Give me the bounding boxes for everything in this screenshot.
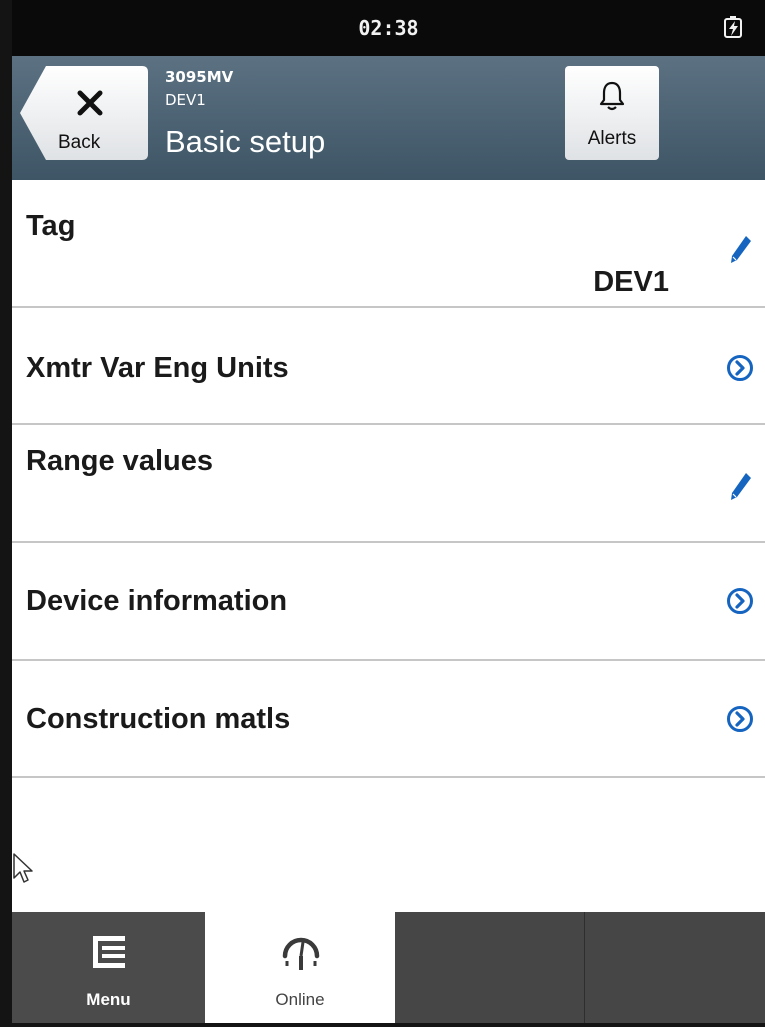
tag-value: DEV1 (593, 266, 669, 298)
list-item-range-values[interactable]: Range values (12, 425, 765, 543)
back-label: Back (58, 132, 101, 153)
battery-charging-icon (724, 16, 742, 38)
list-item-label: Device information (26, 585, 288, 617)
list-item-tag[interactable]: Tag DEV1 (12, 180, 765, 308)
gauge-online-icon (282, 937, 320, 970)
chevron-right-circle-icon[interactable] (726, 587, 754, 615)
list-item-label: Xmtr Var Eng Units (26, 352, 289, 384)
list-item-xmtr-var-eng-units[interactable]: Xmtr Var Eng Units (12, 308, 765, 425)
list-item-device-information[interactable]: Device information (12, 543, 765, 661)
app-header: Back 3095MV DEV1 Basic setup Alerts (12, 56, 765, 180)
device-tag: DEV1 (165, 91, 206, 109)
nav-menu-tab[interactable]: Menu (12, 912, 205, 1023)
list-item-construction-matls[interactable]: Construction matls (12, 661, 765, 778)
nav-menu-label: Menu (86, 990, 131, 1009)
device-model: 3095MV (165, 68, 234, 86)
list-item-label: Tag (26, 210, 76, 242)
page-title: Basic setup (165, 124, 326, 159)
status-bar: 02:38 (12, 0, 765, 56)
pencil-icon[interactable] (730, 471, 752, 501)
nav-online-label: Online (275, 990, 325, 1009)
nav-empty-slot (395, 912, 585, 1023)
nav-empty-slot (585, 912, 765, 1023)
chevron-right-circle-icon[interactable] (726, 705, 754, 733)
basic-setup-list: Tag DEV1 Xmtr Var Eng Units Range values… (12, 180, 765, 778)
chevron-right-circle-icon[interactable] (726, 354, 754, 382)
clock: 02:38 (358, 16, 419, 40)
nav-online-tab[interactable]: Online (205, 912, 395, 1023)
pencil-icon[interactable] (730, 234, 752, 264)
list-item-label: Construction matls (26, 703, 291, 735)
mouse-cursor-icon (13, 853, 33, 883)
alerts-button[interactable]: Alerts (565, 66, 659, 160)
list-item-label: Range values (26, 445, 213, 477)
back-button[interactable]: Back (20, 66, 148, 160)
close-icon (77, 90, 103, 116)
menu-list-icon (93, 936, 125, 968)
alerts-label: Alerts (587, 128, 637, 149)
bottom-nav: Menu Online (12, 912, 765, 1023)
bell-icon (599, 81, 625, 111)
